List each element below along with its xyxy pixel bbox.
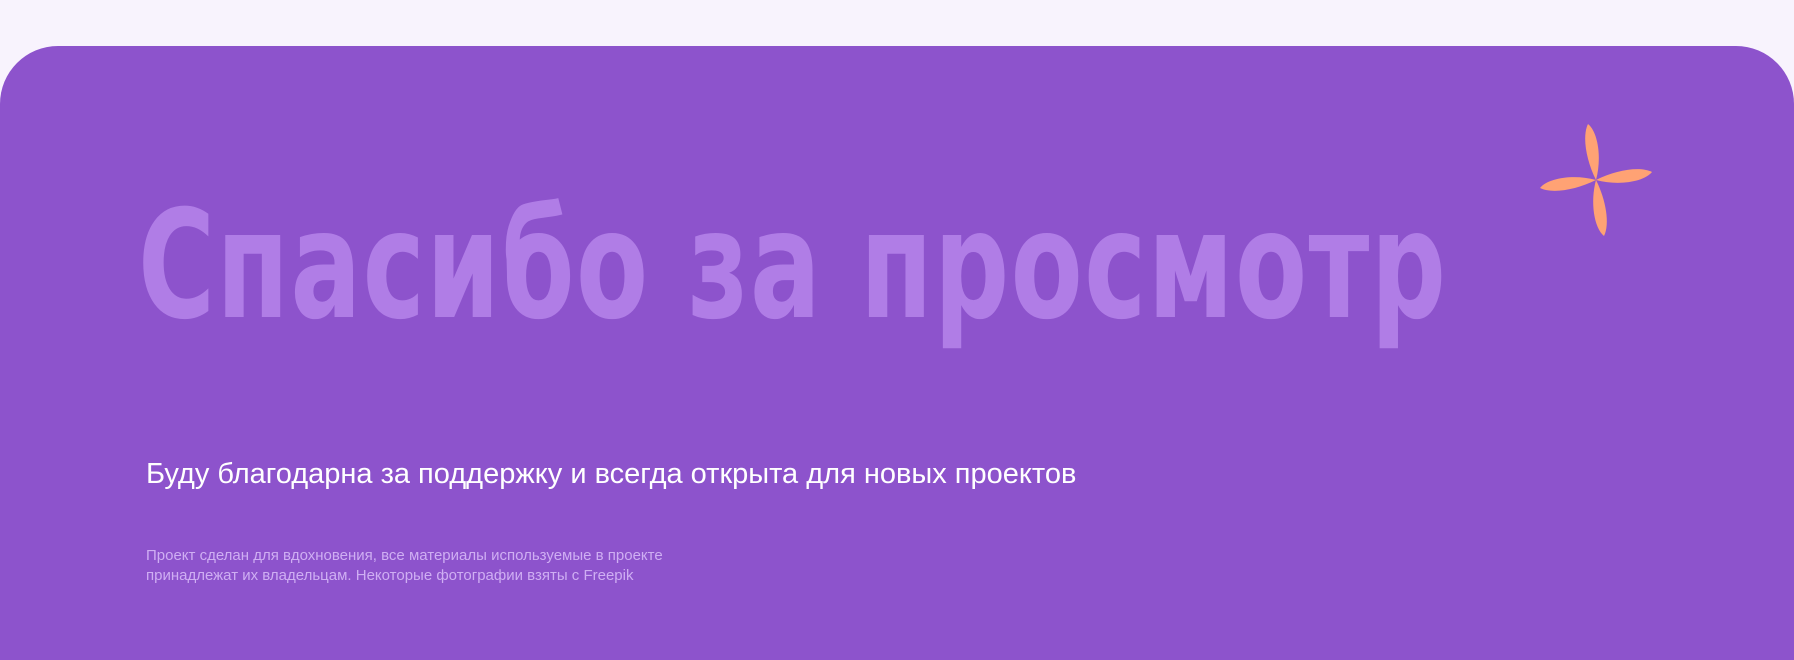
subtitle: Буду благодарна за поддержку и всегда от… [146, 458, 1077, 490]
headline: Спасибо за просмотр [138, 179, 1448, 353]
slide-panel: Спасибо за просмотр Буду благодарна за п… [0, 46, 1794, 660]
credits-line-2: принадлежат их владельцам. Некоторые фот… [146, 567, 634, 584]
sparkle-icon [1540, 124, 1652, 236]
credits-line-1: Проект сделан для вдохновения, все матер… [146, 547, 663, 564]
credits-note: Проект сделан для вдохновения, все матер… [146, 546, 663, 586]
